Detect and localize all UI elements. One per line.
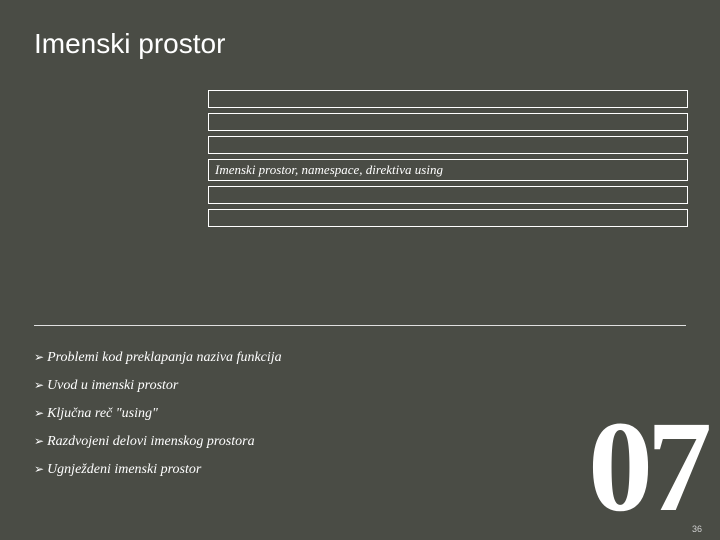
bullet-arrow-icon: ➢ [34, 350, 44, 364]
bullet-text: Problemi kod preklapanja naziva funkcija [47, 350, 282, 366]
list-item: ➢ Ključna reč "using" [34, 406, 282, 422]
subtitle-box: Imenski prostor, namespace, direktiva us… [208, 159, 688, 181]
bullet-text: Uvod u imenski prostor [47, 378, 178, 394]
page-title: Imenski prostor [34, 28, 225, 60]
list-item: ➢ Ugnježdeni imenski prostor [34, 462, 282, 478]
bullet-arrow-icon: ➢ [34, 378, 44, 392]
box-stack: Imenski prostor, namespace, direktiva us… [208, 90, 688, 232]
slide: Imenski prostor Imenski prostor, namespa… [0, 0, 720, 540]
bullet-text: Ključna reč "using" [47, 406, 158, 422]
list-item: ➢ Problemi kod preklapanja naziva funkci… [34, 350, 282, 366]
list-item: ➢ Razdvojeni delovi imenskog prostora [34, 434, 282, 450]
bullet-arrow-icon: ➢ [34, 434, 44, 448]
box-row [208, 113, 688, 131]
subtitle-text: Imenski prostor, namespace, direktiva us… [215, 162, 443, 178]
bullet-list: ➢ Problemi kod preklapanja naziva funkci… [34, 350, 282, 490]
bullet-arrow-icon: ➢ [34, 406, 44, 420]
box-row [208, 186, 688, 204]
bullet-text: Razdvojeni delovi imenskog prostora [47, 434, 255, 450]
box-row [208, 136, 688, 154]
bullet-arrow-icon: ➢ [34, 462, 44, 476]
box-row [208, 209, 688, 227]
divider [34, 325, 686, 326]
list-item: ➢ Uvod u imenski prostor [34, 378, 282, 394]
chapter-number: 07 [588, 409, 706, 526]
bullet-text: Ugnježdeni imenski prostor [47, 462, 201, 478]
page-number: 36 [692, 524, 702, 534]
box-row [208, 90, 688, 108]
